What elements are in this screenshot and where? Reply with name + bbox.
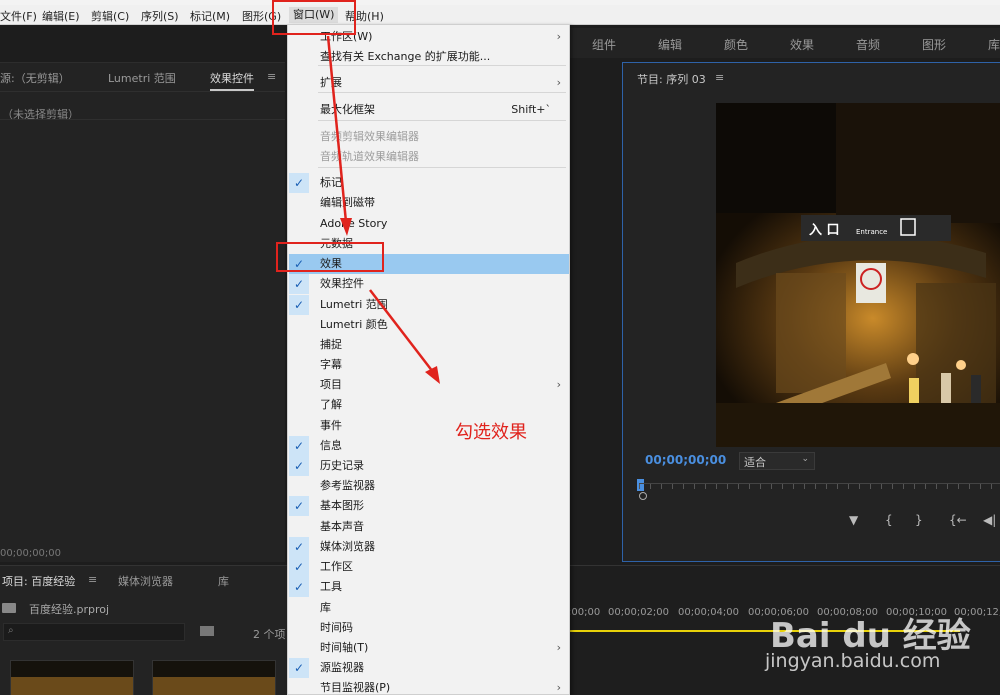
annotation-arrows — [326, 35, 440, 384]
annotation-text: 勾选效果 — [455, 422, 527, 443]
arrow-head-icon — [425, 366, 440, 384]
arrow-head-icon — [340, 218, 352, 236]
annotation-arrow — [369, 289, 434, 373]
annotation-arrow — [326, 35, 348, 223]
baidu-watermark-url: jingyan.baidu.com — [765, 650, 941, 672]
